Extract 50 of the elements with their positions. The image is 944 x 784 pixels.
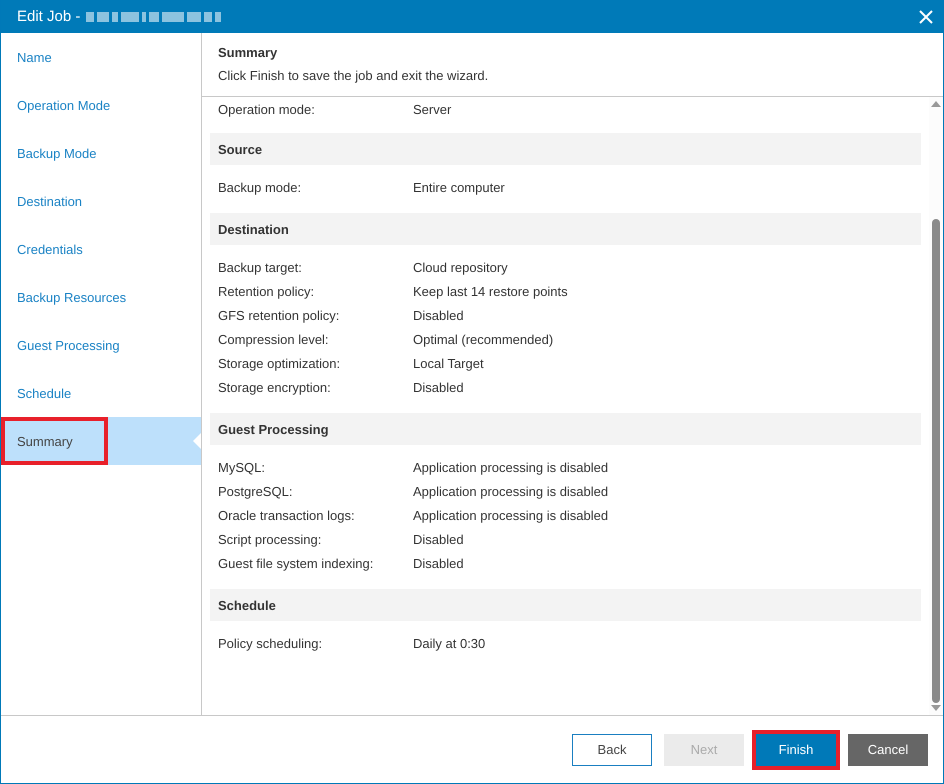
- field-value: Daily at 0:30: [413, 636, 486, 650]
- section-header: Guest Processing: [210, 413, 921, 445]
- field-value: Local Target: [413, 356, 485, 370]
- field-label: Guest file system indexing:: [218, 556, 374, 570]
- section-header: Schedule: [210, 589, 921, 621]
- wizard-button[interactable]: Cancel: [848, 734, 928, 766]
- sidebar-item[interactable]: Guest Processing: [1, 321, 201, 369]
- field-value: Keep last 14 restore points: [413, 284, 569, 298]
- field-value: Disabled: [413, 308, 465, 322]
- field-label: Storage optimization:: [218, 356, 342, 370]
- field-label: Backup target:: [218, 260, 303, 274]
- field-value: Server: [413, 102, 452, 116]
- field-label: Policy scheduling:: [218, 636, 324, 650]
- field-value: Disabled: [413, 532, 465, 546]
- field-label: Oracle transaction logs:: [218, 508, 356, 522]
- field-label: MySQL:: [218, 460, 266, 474]
- sidebar-item[interactable]: Credentials: [1, 225, 201, 273]
- section-header: Destination: [210, 213, 921, 245]
- sidebar-item[interactable]: Backup Resources: [1, 273, 201, 321]
- close-icon[interactable]: [919, 10, 933, 24]
- step-description: Click Finish to save the job and exit the wizard.: [218, 68, 490, 83]
- field-value: Disabled: [413, 380, 465, 394]
- field-label: Compression level:: [218, 332, 330, 346]
- scroll-up-icon[interactable]: [931, 101, 941, 107]
- pointer-icon: [193, 433, 201, 449]
- field-value: Disabled: [413, 556, 465, 570]
- sidebar-item[interactable]: Destination: [1, 177, 201, 225]
- field-label: Operation mode:: [218, 102, 316, 116]
- field-label: Backup mode:: [218, 180, 302, 194]
- sidebar-item[interactable]: Summary: [1, 417, 201, 465]
- scroll-down-icon[interactable]: [931, 705, 941, 711]
- wizard-button[interactable]: Back: [572, 734, 652, 766]
- section-header: Source: [210, 133, 921, 165]
- sidebar-item[interactable]: Operation Mode: [1, 81, 201, 129]
- field-value: Cloud repository: [413, 260, 509, 274]
- field-value: Application processing is disabled: [413, 460, 610, 474]
- field-label: Script processing:: [218, 532, 322, 546]
- sidebar-item[interactable]: Name: [1, 33, 201, 81]
- field-label: PostgreSQL:: [218, 484, 294, 498]
- field-label: Storage encryption:: [218, 380, 332, 394]
- field-value: Application processing is disabled: [413, 508, 610, 522]
- field-value: Application processing is disabled: [413, 484, 610, 498]
- field-value: Optimal (recommended): [413, 332, 554, 346]
- field-label: GFS retention policy:: [218, 308, 340, 322]
- sidebar-item[interactable]: Backup Mode: [1, 129, 201, 177]
- sidebar-item[interactable]: Schedule: [1, 369, 201, 417]
- step-title: Summary: [218, 45, 278, 60]
- field-label: Retention policy:: [218, 284, 316, 298]
- window-title: Edit Job -: [17, 8, 80, 25]
- field-value: Entire computer: [413, 180, 506, 194]
